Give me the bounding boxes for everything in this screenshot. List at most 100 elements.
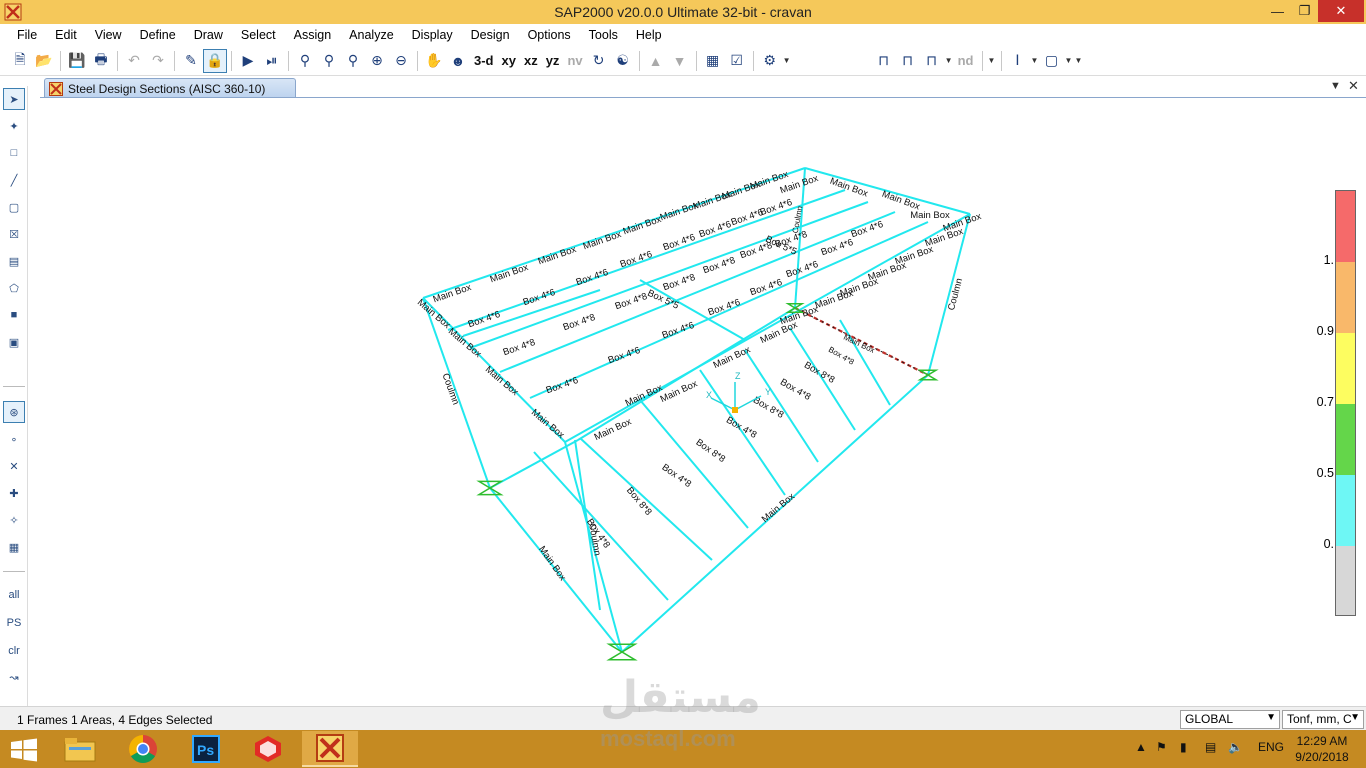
volume-icon[interactable]: 🔈 [1228, 740, 1243, 754]
tab-list-dropdown-icon[interactable]: ▼ [1330, 80, 1341, 92]
joint-support[interactable] [476, 480, 504, 496]
walk-icon[interactable]: ☻ [446, 49, 470, 73]
move-up-icon[interactable]: ▲ [644, 49, 668, 73]
draw-poly-area-icon[interactable]: ⬠ [3, 277, 25, 299]
run-analysis-icon[interactable]: ▶ [236, 49, 260, 73]
taskbar-photoshop[interactable]: Ps [178, 731, 234, 767]
print-icon[interactable]: 🖶 [89, 49, 113, 73]
set-display-options-icon[interactable]: ☑ [725, 49, 749, 73]
nd-button[interactable]: nd [954, 49, 978, 73]
menu-analyze[interactable]: Analyze [340, 25, 402, 45]
forces-dropdown-icon[interactable]: ▼ [944, 56, 954, 65]
minimize-button[interactable]: — [1264, 0, 1291, 22]
assign-to-group-icon[interactable]: ⚙ [758, 49, 782, 73]
toolbar-overflow-icon[interactable]: ▼ [1074, 56, 1084, 65]
action-center-flag-icon[interactable]: ⚑ [1156, 740, 1167, 754]
draw-rectangular-area-icon[interactable]: ■ [3, 304, 25, 326]
windows-start-icon[interactable] [10, 738, 38, 762]
menu-display[interactable]: Display [403, 25, 462, 45]
menu-draw[interactable]: Draw [185, 25, 232, 45]
quick-draw-frame-icon[interactable]: ▢ [3, 196, 25, 218]
select-poly-icon[interactable]: ∘ [3, 428, 25, 450]
view-nv-button[interactable]: nv [563, 49, 586, 73]
menu-edit[interactable]: Edit [46, 25, 86, 45]
draw-joint-icon[interactable]: □ [3, 142, 25, 164]
sap2000-app-icon[interactable] [4, 3, 22, 21]
show-hidden-icons-icon[interactable]: ▲ [1135, 740, 1147, 754]
zoom-in-icon[interactable]: ⊕ [365, 49, 389, 73]
menu-view[interactable]: View [86, 25, 131, 45]
lock-model-icon[interactable]: 🔒 [203, 48, 227, 73]
new-model-icon[interactable]: 🗎 [8, 49, 32, 73]
restore-full-view-icon[interactable]: ⚲ [317, 49, 341, 73]
quick-draw-area-icon[interactable]: ▣ [3, 331, 25, 353]
close-button[interactable]: ✕ [1318, 0, 1364, 22]
menu-define[interactable]: Define [131, 25, 185, 45]
menu-file[interactable]: File [8, 25, 46, 45]
frame-section-dropdown-icon[interactable]: ▼ [1030, 56, 1040, 65]
view-xz-button[interactable]: xz [520, 49, 542, 73]
input-language[interactable]: ENG [1258, 740, 1284, 754]
object-shrink-icon[interactable]: ▦ [701, 49, 725, 73]
select-pointer-icon[interactable]: ⊛ [3, 401, 25, 423]
rubber-band-zoom-icon[interactable]: ⚲ [293, 49, 317, 73]
undo-icon[interactable]: ↶ [122, 49, 146, 73]
draw-braces-icon[interactable]: ☒ [3, 223, 25, 245]
intersecting-poly-icon[interactable]: ✚ [3, 482, 25, 504]
select-all-button[interactable]: all [3, 584, 25, 606]
view-xy-button[interactable]: xy [498, 49, 520, 73]
clear-selection-button[interactable]: clr [3, 640, 25, 662]
menu-options[interactable]: Options [519, 25, 580, 45]
frame-section-icon[interactable]: Ⅰ [1006, 49, 1030, 73]
view-3d-button[interactable]: 3-d [470, 49, 498, 73]
restore-button[interactable]: ❐ [1291, 0, 1318, 22]
restore-previous-zoom-icon[interactable]: ⚲ [341, 49, 365, 73]
draw-frame-icon[interactable]: ╱ [3, 169, 25, 191]
open-model-icon[interactable]: 📂 [32, 49, 56, 73]
taskbar-file-explorer[interactable] [52, 731, 108, 767]
area-section-icon[interactable]: ▢ [1040, 49, 1064, 73]
previous-selection-button[interactable]: PS [3, 612, 25, 634]
taskbar-chrome[interactable] [115, 731, 171, 767]
power-icon[interactable]: ▮ [1180, 740, 1187, 754]
menu-help[interactable]: Help [627, 25, 671, 45]
select-grid-icon[interactable]: ▦ [3, 536, 25, 558]
taskbar-sap2000[interactable] [302, 731, 358, 767]
menu-design[interactable]: Design [462, 25, 519, 45]
refresh-view-icon[interactable]: ✎ [179, 49, 203, 73]
menu-tools[interactable]: Tools [580, 25, 627, 45]
model-canvas[interactable]: Main BoxMain BoxMain BoxMain BoxMain Box… [40, 98, 1366, 704]
menu-assign[interactable]: Assign [285, 25, 341, 45]
zoom-out-icon[interactable]: ⊖ [389, 49, 413, 73]
show-undeformed-icon[interactable]: ⊓ [872, 49, 896, 73]
menu-select[interactable]: Select [232, 25, 285, 45]
network-icon[interactable]: ▤ [1205, 740, 1216, 754]
move-down-icon[interactable]: ▼ [668, 49, 692, 73]
model-viewport[interactable]: Main Box Main Box Main Box Main Box Main Box… [40, 98, 1366, 704]
coordinate-system-select[interactable]: GLOBAL ▼ [1180, 710, 1280, 729]
system-clock[interactable]: 12:29 AM 9/20/2018 [1286, 733, 1358, 765]
perspective-icon[interactable]: ☯ [611, 49, 635, 73]
taskbar-sketchup[interactable] [240, 731, 296, 767]
assign-dropdown-icon[interactable]: ▼ [782, 56, 792, 65]
show-forces-icon[interactable]: ⊓ [920, 49, 944, 73]
view-yz-button[interactable]: yz [542, 49, 564, 73]
intersecting-line-icon[interactable]: ✕ [3, 455, 25, 477]
redo-icon[interactable]: ↷ [146, 49, 170, 73]
display-dropdown-icon[interactable]: ▼ [987, 56, 997, 65]
area-section-dropdown-icon[interactable]: ▼ [1064, 56, 1074, 65]
snap-options-icon[interactable]: ↝ [3, 666, 25, 688]
units-select[interactable]: Tonf, mm, C ▼ [1282, 710, 1364, 729]
save-icon[interactable]: 💾 [65, 49, 89, 73]
joint-support[interactable] [606, 643, 638, 661]
show-deformed-icon[interactable]: ⊓ [896, 49, 920, 73]
close-tab-icon[interactable]: ✕ [1348, 78, 1359, 94]
pointer-icon[interactable]: ➤ [3, 88, 25, 110]
document-tab[interactable]: Steel Design Sections (AISC 360-10) [44, 78, 296, 98]
rotate-view-icon[interactable]: ↻ [587, 49, 611, 73]
draw-secondary-beams-icon[interactable]: ▤ [3, 250, 25, 272]
pan-icon[interactable]: ✋ [422, 49, 446, 73]
run-now-icon[interactable]: ⏯ [260, 49, 284, 73]
reshaper-icon[interactable]: ✦ [3, 115, 25, 137]
select-by-line-icon[interactable]: ✧ [3, 509, 25, 531]
